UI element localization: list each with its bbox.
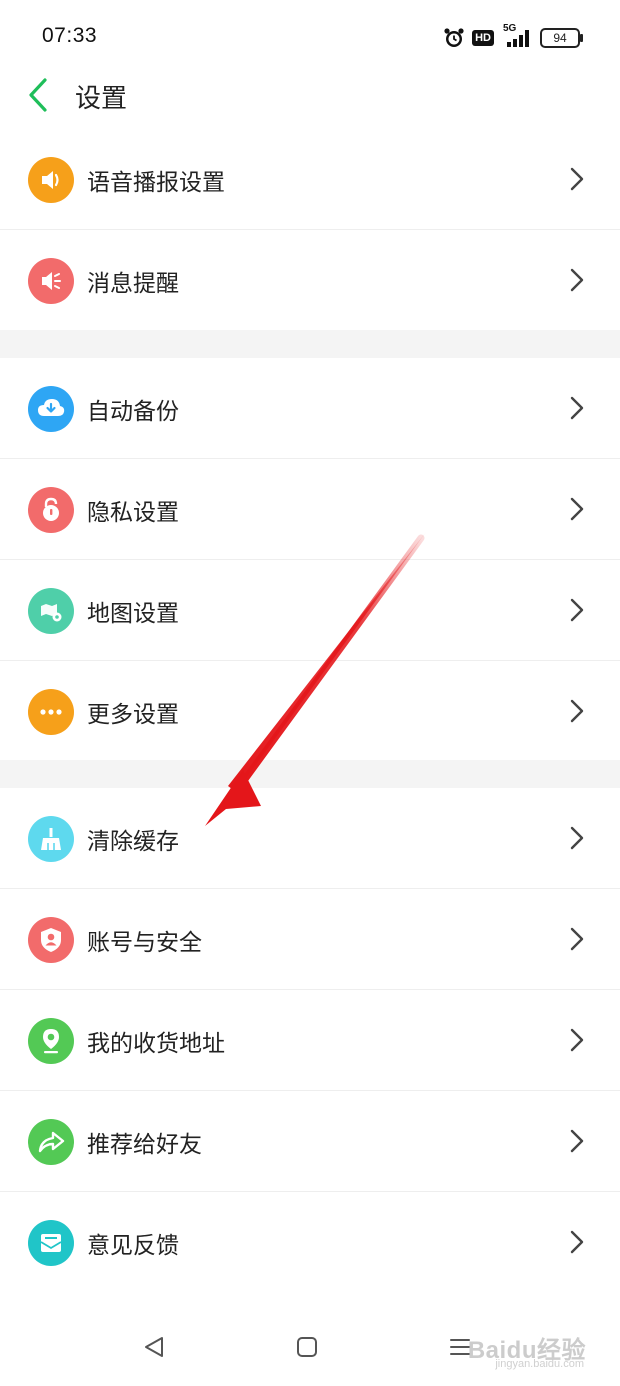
row-label: 清除缓存: [87, 829, 179, 855]
row-auto-backup[interactable]: 自动备份: [0, 358, 620, 459]
chevron-right-icon: [570, 927, 584, 951]
row-label: 推荐给好友: [87, 1132, 202, 1158]
row-voice-broadcast[interactable]: 语音播报设置: [0, 129, 620, 230]
row-label: 自动备份: [87, 399, 179, 425]
chevron-right-icon: [570, 826, 584, 850]
row-privacy[interactable]: 隐私设置: [0, 459, 620, 560]
notification-icon: [28, 258, 74, 304]
lock-icon: [28, 487, 74, 533]
back-button[interactable]: [18, 70, 58, 120]
account-shield-icon: [28, 917, 74, 963]
row-clear-cache[interactable]: 清除缓存: [0, 788, 620, 889]
header: 设置: [0, 66, 620, 126]
status-time: 07:33: [42, 24, 98, 47]
watermark-url: jingyan.baidu.com: [495, 1358, 584, 1370]
location-pin-icon: [28, 1018, 74, 1064]
row-label: 意见反馈: [87, 1233, 179, 1259]
hd-badge: HD: [472, 30, 494, 46]
signal-icon: 5G: [501, 23, 533, 49]
row-feedback[interactable]: 意见反馈: [0, 1192, 620, 1292]
page-title: 设置: [75, 84, 128, 114]
row-label: 更多设置: [87, 702, 179, 728]
more-icon: [28, 689, 74, 735]
battery-indicator: 94: [540, 28, 583, 48]
row-recommend-friends[interactable]: 推荐给好友: [0, 1091, 620, 1192]
chevron-right-icon: [570, 598, 584, 622]
home-square-icon: [297, 1337, 317, 1357]
status-bar: 07:33 HD 5G 94: [0, 0, 620, 74]
share-icon: [28, 1119, 74, 1165]
chevron-right-icon: [570, 1028, 584, 1052]
row-label: 消息提醒: [87, 271, 179, 297]
chevron-right-icon: [570, 268, 584, 292]
network-type: 5G: [503, 23, 517, 34]
speaker-icon: [28, 157, 74, 203]
row-map-settings[interactable]: 地图设置: [0, 560, 620, 661]
settings-group-1: 语音播报设置 消息提醒: [0, 129, 620, 330]
chevron-right-icon: [570, 1129, 584, 1153]
chevron-right-icon: [570, 167, 584, 191]
nav-back-button[interactable]: [137, 1330, 171, 1364]
row-message-reminder[interactable]: 消息提醒: [0, 230, 620, 330]
cloud-download-icon: [28, 386, 74, 432]
settings-group-2: 自动备份 隐私设置 地图设置 更多设置: [0, 358, 620, 761]
chevron-left-icon: [29, 78, 47, 112]
back-triangle-icon: [145, 1337, 163, 1357]
row-label: 账号与安全: [87, 930, 202, 956]
section-separator: [0, 330, 620, 358]
chevron-right-icon: [570, 1230, 584, 1254]
row-label: 我的收货地址: [87, 1031, 225, 1057]
row-label: 地图设置: [87, 601, 179, 627]
map-settings-icon: [28, 588, 74, 634]
alarm-icon: [443, 27, 465, 49]
row-account-security[interactable]: 账号与安全: [0, 889, 620, 990]
nav-home-button[interactable]: [290, 1330, 324, 1364]
chevron-right-icon: [570, 497, 584, 521]
status-icons: HD 5G 94: [443, 22, 583, 54]
row-shipping-address[interactable]: 我的收货地址: [0, 990, 620, 1091]
feedback-mail-icon: [28, 1220, 74, 1266]
row-label: 语音播报设置: [87, 170, 225, 196]
settings-group-3: 清除缓存 账号与安全 我的收货地址 推荐给好友 意见反馈: [0, 788, 620, 1292]
chevron-right-icon: [570, 699, 584, 723]
section-separator: [0, 760, 620, 788]
row-more-settings[interactable]: 更多设置: [0, 661, 620, 761]
broom-icon: [28, 816, 74, 862]
chevron-right-icon: [570, 396, 584, 420]
row-label: 隐私设置: [87, 500, 179, 526]
